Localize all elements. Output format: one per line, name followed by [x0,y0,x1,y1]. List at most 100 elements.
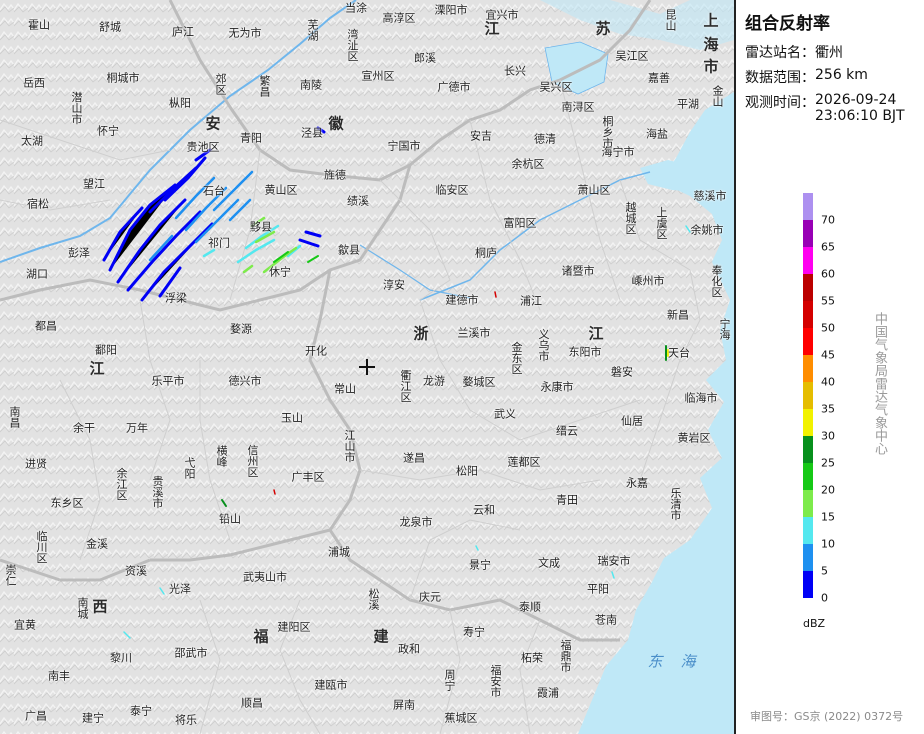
city-label: 宜黄 [14,618,36,632]
city-label: 周宁 [443,669,456,691]
city-label: 兰溪市 [457,326,491,340]
city-label: 乐平市 [151,374,185,388]
city-label: 枞阳 [169,96,191,110]
radar-site-marker [359,359,375,375]
city-label: 宁海 [718,318,731,340]
legend-tick-label: 20 [821,483,835,497]
city-label: 瑞安市 [597,554,631,568]
legend-tick-label: 10 [821,537,835,551]
city-label: 芜湖 [306,19,319,41]
city-label: 江山市 [343,429,356,463]
city-label: 松溪 [367,588,380,610]
city-label: 铅山 [219,512,241,526]
city-label: 泾县 [301,126,323,140]
city-label: 休宁 [269,265,291,279]
city-label: 桐乡市 [601,115,614,149]
legend-tick-label: 35 [821,402,835,416]
legend-swatch [803,301,813,328]
city-label: 松阳 [456,464,478,478]
city-label: 浦江 [520,294,542,308]
legend-swatch [803,490,813,517]
city-label: 信州区 [246,444,259,478]
range-value: 256 km [815,67,868,83]
city-label: 余杭区 [511,157,545,171]
city-label: 将乐 [175,713,197,727]
city-label: 光泽 [169,582,191,596]
city-label: 武义 [494,407,516,421]
city-label: 南昌 [8,406,21,428]
city-label: 宜兴市 [485,8,519,22]
legend-swatch [803,355,813,382]
city-label: 浮梁 [165,291,187,305]
city-label: 嵊州市 [631,274,665,288]
legend-swatch [803,544,813,571]
city-label: 石台 [203,184,225,198]
province-label: 江 [89,359,105,378]
city-label: 金东区 [510,341,523,375]
city-label: 湾沚区 [346,28,359,62]
city-label: 黄岩区 [677,431,711,445]
city-label: 仙居 [621,414,643,428]
city-label: 苍南 [595,613,617,627]
city-label: 云和 [473,503,495,517]
map-approval-number: 审图号：GS京 (2022) 0372号 [750,710,904,723]
city-label: 建宁 [82,711,104,725]
radar-map: 安徽江苏上海市浙江江西福建东海霍山 舒城 庐江 无为市 芜湖 当涂 高淳区 溧阳市 宜兴市 湾沚区… [0,0,734,734]
city-label: 上虞区 [655,206,668,240]
legend-swatch [803,274,813,301]
city-label: 黄山区 [264,183,298,197]
city-label: 太湖 [21,134,43,148]
city-label: 霍山 [28,18,50,32]
city-label: 弋阳 [183,457,196,479]
city-label: 崇仁 [4,564,17,586]
city-label: 贵溪市 [151,475,164,509]
city-label: 长兴 [504,64,526,78]
city-label: 淳安 [383,278,405,292]
legend-tick-label: 65 [821,240,835,254]
city-label: 庆元 [419,590,441,604]
city-label: 宣州区 [361,69,395,83]
station-row: 雷达站名：衢州 [745,42,843,62]
legend-swatch [803,463,813,490]
city-label: 磐安 [611,365,633,379]
city-label: 临川区 [35,530,48,564]
city-label: 平阳 [587,582,609,596]
legend-tick-label: 55 [821,294,835,308]
city-label: 宿松 [27,197,49,211]
city-label: 永嘉 [626,476,648,490]
city-label: 海宁市 [601,145,635,159]
city-label: 东阳市 [568,345,602,359]
legend-swatch [803,409,813,436]
legend-swatch [803,571,813,598]
city-label: 玉山 [281,411,303,425]
province-label: 苏 [595,19,611,38]
city-label: 余干 [73,421,95,435]
city-label: 资溪 [125,564,147,578]
city-label: 浦城 [328,545,350,559]
city-label: 桐城市 [106,71,140,85]
city-label: 南浔区 [561,100,595,114]
city-label: 横峰 [215,445,228,467]
city-label: 文成 [538,556,560,570]
legend-swatch [803,382,813,409]
city-label: 高淳区 [382,11,416,25]
province-label: 西 [92,597,108,616]
province-label: 江 [588,324,604,343]
city-label: 婺城区 [462,375,496,389]
city-label: 柘荣 [521,651,543,665]
province-label: 上 [703,11,719,30]
station-label: 雷达站名： [745,45,815,61]
legend-tick-label: 0 [821,591,828,605]
range-row: 数据范围：256 km [745,67,868,87]
city-label: 望江 [83,177,105,191]
legend-tick-label: 60 [821,267,835,281]
dbz-legend: 70 65 60 55 50 45 40 35 30 25 20 15 10 5 0 dBZ [803,193,903,633]
station-value: 衢州 [815,45,843,61]
city-label: 安吉 [470,129,492,143]
city-label: 越城区 [624,201,637,235]
province-label: 建 [373,627,389,646]
city-label: 临海市 [684,391,718,405]
city-label: 都昌 [35,319,57,333]
city-label: 永康市 [540,380,574,394]
city-label: 顺昌 [241,696,263,710]
